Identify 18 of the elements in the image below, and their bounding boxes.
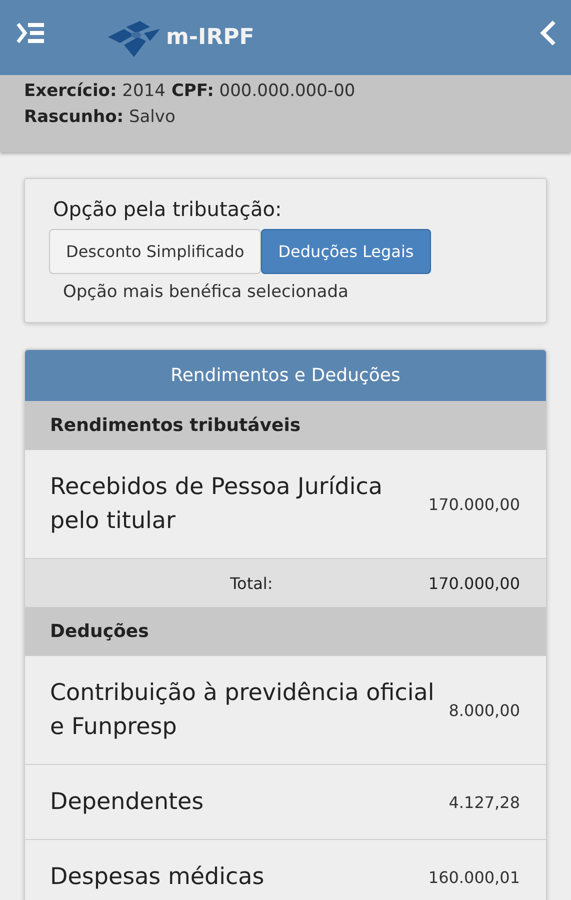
option-button[interactable]: Desconto Simplificado	[49, 229, 262, 274]
table-title: Rendimentos e Deduções	[25, 350, 546, 401]
app-title: m-IRPF	[166, 25, 254, 50]
option-button[interactable]: Deduções Legais	[261, 229, 431, 274]
section-header: Deduções	[25, 607, 546, 656]
section-header: Rendimentos tributáveis	[25, 401, 546, 450]
option-note: Opção mais benéfica selecionada	[62, 282, 350, 302]
menu-icon[interactable]	[16, 20, 46, 44]
total-row: Total: 170.000,00	[25, 559, 546, 607]
table-row[interactable]: Despesas médicas 160.000,01	[25, 840, 546, 900]
option-title: Opção pela tributação:	[52, 197, 283, 221]
logo-icon	[106, 18, 162, 56]
back-icon[interactable]	[539, 18, 557, 46]
info-text: Exercício: 2014	[24, 81, 166, 101]
info-text: Rascunho: Salvo	[24, 107, 176, 127]
table-row[interactable]: Contribuição à previdência oficial e Funpresp 8.000,00	[25, 656, 546, 765]
table-row[interactable]: Dependentes 4.127,28	[25, 765, 546, 840]
info-text: CPF: 000.000.000-00	[171, 81, 356, 101]
